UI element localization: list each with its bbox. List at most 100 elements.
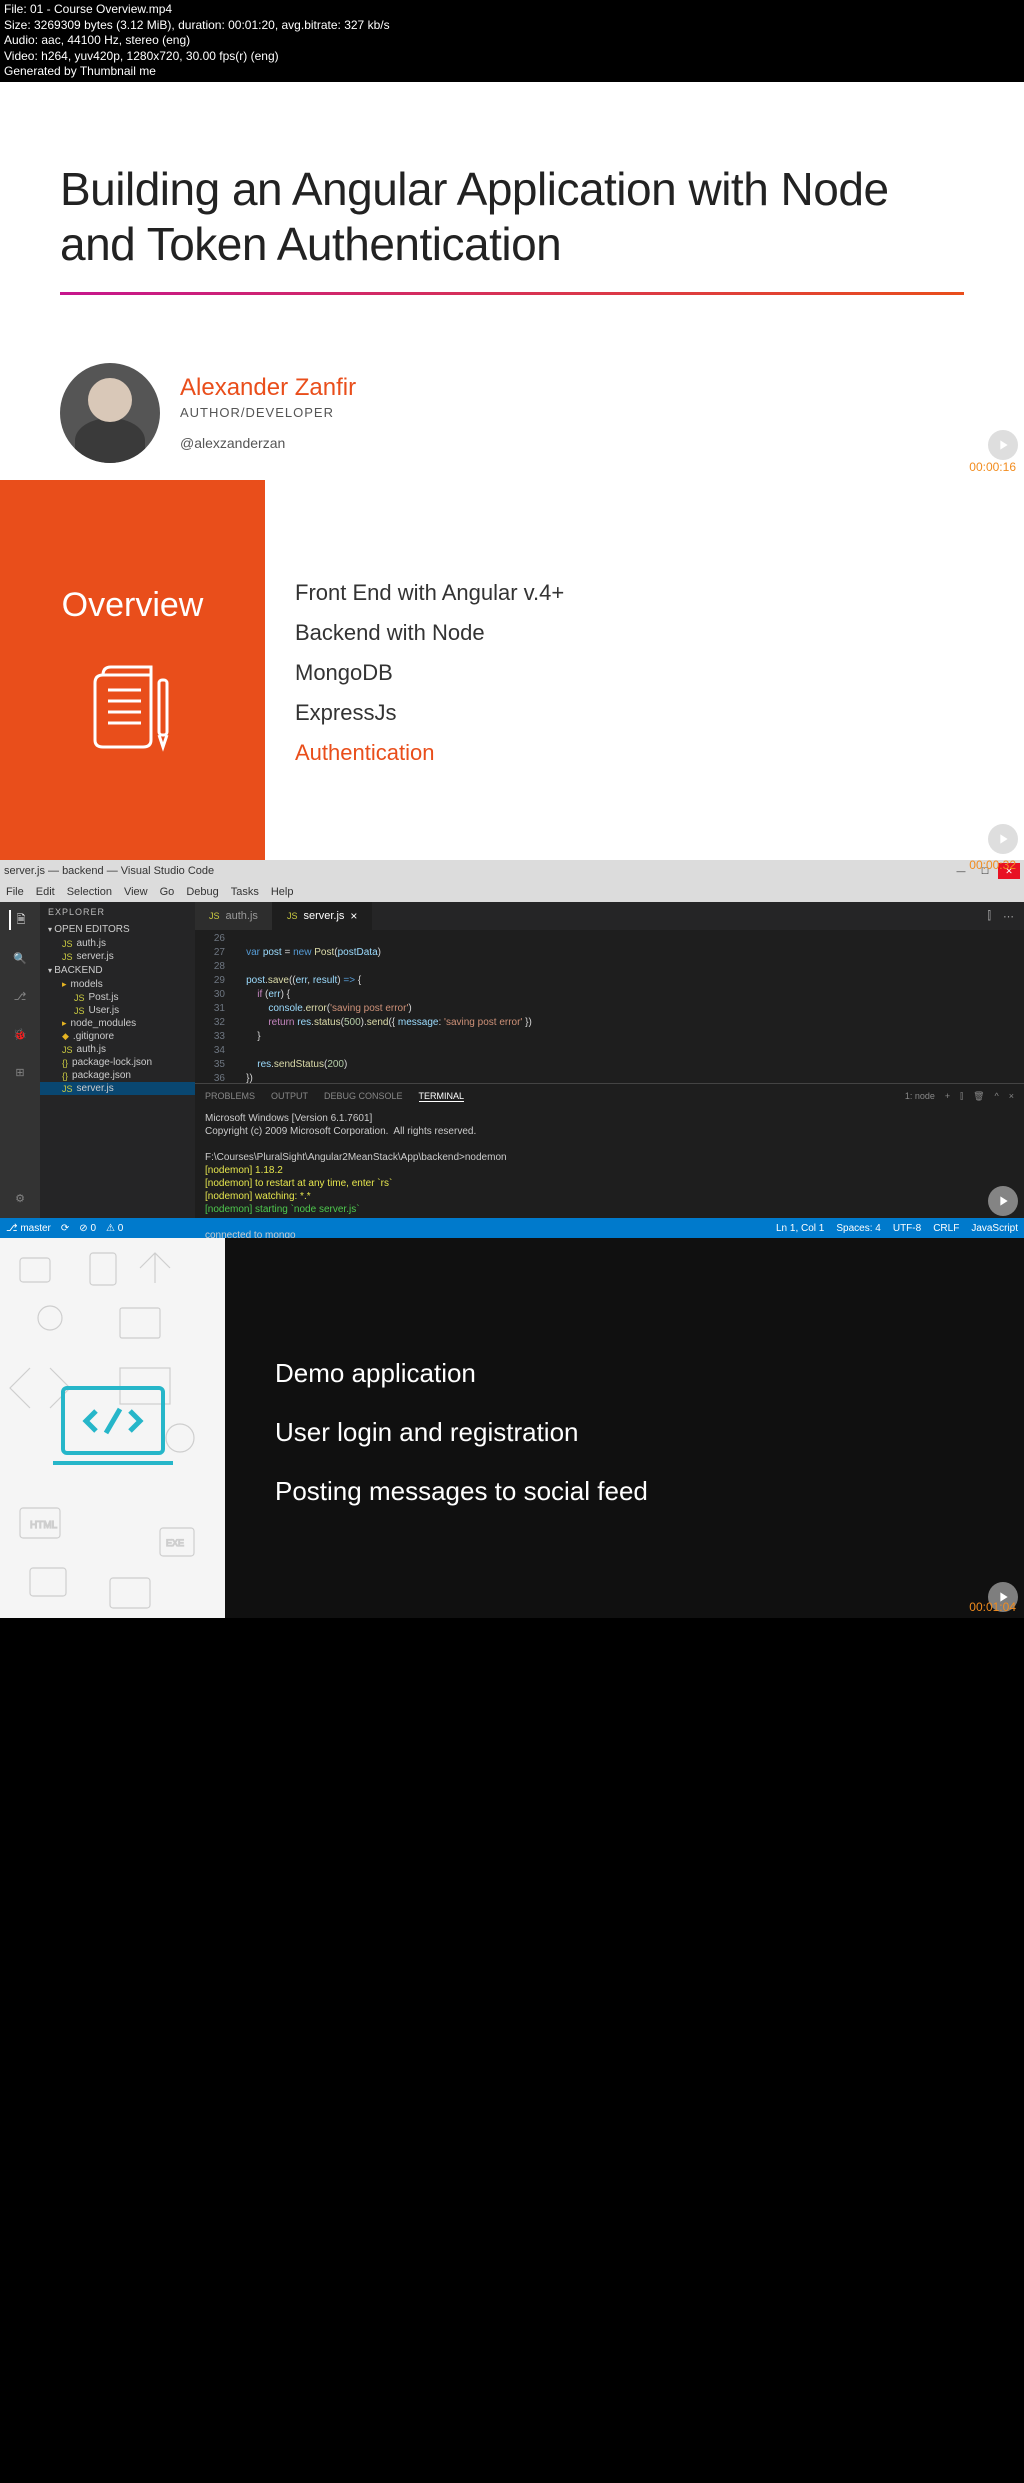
meta-file: File: 01 - Course Overview.mp4 xyxy=(4,2,1020,18)
meta-generated: Generated by Thumbnail me xyxy=(4,64,1020,80)
editor-tab[interactable]: JSauth.js xyxy=(195,902,273,930)
file-item[interactable]: JSserver.js xyxy=(40,950,195,963)
title-slide: Building an Angular Application with Nod… xyxy=(0,82,1024,295)
code-content[interactable]: var post = new Post(postData) post.save(… xyxy=(235,930,979,1083)
timestamp: 00:00:16 xyxy=(969,460,1016,474)
menu-view[interactable]: View xyxy=(124,886,148,898)
explorer-icon[interactable]: 🗎 xyxy=(9,910,29,930)
overview-item-highlight: Authentication xyxy=(295,740,994,766)
laptop-code-icon xyxy=(48,1383,178,1473)
terminal-panel: PROBLEMS OUTPUT DEBUG CONSOLE TERMINAL 1… xyxy=(195,1083,1024,1218)
language-mode[interactable]: JavaScript xyxy=(971,1223,1018,1234)
svg-text:HTML: HTML xyxy=(30,1520,58,1531)
extensions-icon[interactable]: ⊞ xyxy=(10,1062,30,1082)
file-item[interactable]: {}package.json xyxy=(40,1069,195,1082)
folder-item[interactable]: ▸models xyxy=(40,978,195,991)
svg-text:EXE: EXE xyxy=(166,1538,184,1548)
file-item[interactable]: ◆.gitignore xyxy=(40,1030,195,1043)
overview-title: Overview xyxy=(62,586,204,625)
menu-help[interactable]: Help xyxy=(271,886,294,898)
terminal-dropdown[interactable]: 1: node xyxy=(905,1091,935,1101)
author-role: AUTHOR/DEVELOPER xyxy=(180,405,356,420)
demo-item: User login and registration xyxy=(275,1417,974,1448)
play-icon[interactable] xyxy=(988,430,1018,460)
meta-video: Video: h264, yuv420p, 1280x720, 30.00 fp… xyxy=(4,49,1020,65)
overview-slide: Overview Front End with Angular v.4+ Bac… xyxy=(0,480,1024,860)
folder-item[interactable]: ▸node_modules xyxy=(40,1017,195,1030)
menu-tasks[interactable]: Tasks xyxy=(231,886,259,898)
problems-tab[interactable]: PROBLEMS xyxy=(205,1091,255,1101)
warnings-count[interactable]: ⚠ 0 xyxy=(106,1223,123,1234)
course-title: Building an Angular Application with Nod… xyxy=(60,162,964,272)
split-icon[interactable]: ⫿ xyxy=(987,910,991,923)
demo-slide: HTML EXE Demo application User login and… xyxy=(0,1238,1024,1618)
demo-item: Demo application xyxy=(275,1358,974,1389)
explorer-sidebar: EXPLORER OPEN EDITORS JSauth.js JSserver… xyxy=(40,902,195,1218)
demo-left-panel: HTML EXE xyxy=(0,1238,225,1618)
file-item[interactable]: JSUser.js xyxy=(40,1004,195,1017)
vscode-titlebar[interactable]: server.js — backend — Visual Studio Code… xyxy=(0,860,1024,882)
explorer-header: EXPLORER xyxy=(40,902,195,922)
overview-item: Backend with Node xyxy=(295,620,994,646)
encoding[interactable]: UTF-8 xyxy=(893,1223,921,1234)
open-editors-section[interactable]: OPEN EDITORS xyxy=(40,922,195,937)
window-title: server.js — backend — Visual Studio Code xyxy=(4,865,214,877)
trash-icon[interactable]: 🗑 xyxy=(973,1091,984,1102)
file-item[interactable]: JSauth.js xyxy=(40,937,195,950)
author-name: Alexander Zanfir xyxy=(180,374,356,402)
cursor-position[interactable]: Ln 1, Col 1 xyxy=(776,1223,824,1234)
video-metadata-header: File: 01 - Course Overview.mp4 Size: 326… xyxy=(0,0,1024,82)
menu-debug[interactable]: Debug xyxy=(186,886,218,898)
backend-section[interactable]: BACKEND xyxy=(40,963,195,978)
more-icon[interactable]: ⋯ xyxy=(1003,910,1014,923)
menu-file[interactable]: File xyxy=(6,886,24,898)
debug-console-tab[interactable]: DEBUG CONSOLE xyxy=(324,1091,403,1101)
split-terminal-icon[interactable]: ⫿ xyxy=(960,1091,963,1102)
gear-icon[interactable]: ⚙ xyxy=(10,1188,30,1208)
git-branch[interactable]: ⎇ master xyxy=(6,1223,51,1234)
activity-bar: 🗎 🔍 ⎇ 🐞 ⊞ ⚙ xyxy=(0,902,40,1218)
overview-left-panel: Overview xyxy=(0,480,265,860)
overview-item: ExpressJs xyxy=(295,700,994,726)
author-handle: @alexzanderzan xyxy=(180,435,356,451)
sync-icon[interactable]: ⟳ xyxy=(61,1223,69,1234)
file-item-selected[interactable]: JSserver.js xyxy=(40,1082,195,1095)
vscode-window: server.js — backend — Visual Studio Code… xyxy=(0,860,1024,1238)
indentation[interactable]: Spaces: 4 xyxy=(836,1223,880,1234)
bottom-empty-area xyxy=(0,1618,1024,2483)
add-terminal-icon[interactable]: + xyxy=(945,1091,950,1101)
notes-icon xyxy=(83,655,183,755)
errors-count[interactable]: ⊘ 0 xyxy=(79,1223,96,1234)
editor-tab-active[interactable]: JSserver.js× xyxy=(273,902,373,930)
timestamp: 00:01:04 xyxy=(969,1600,1016,1614)
file-item[interactable]: JSauth.js xyxy=(40,1043,195,1056)
meta-size: Size: 3269309 bytes (3.12 MiB), duration… xyxy=(4,18,1020,34)
close-panel-icon[interactable]: × xyxy=(1009,1091,1014,1101)
close-tab-icon[interactable]: × xyxy=(350,909,357,923)
timestamp: 00:00:32 xyxy=(969,858,1016,872)
eol[interactable]: CRLF xyxy=(933,1223,959,1234)
git-icon[interactable]: ⎇ xyxy=(10,986,30,1006)
menu-go[interactable]: Go xyxy=(160,886,175,898)
file-item[interactable]: {}package-lock.json xyxy=(40,1056,195,1069)
menu-selection[interactable]: Selection xyxy=(67,886,112,898)
maximize-panel-icon[interactable]: ^ xyxy=(995,1091,999,1101)
overview-item: MongoDB xyxy=(295,660,994,686)
line-gutter: 262728293031323334353637383940414243 xyxy=(195,930,235,1083)
editor-tabs: JSauth.js JSserver.js× ⫿ ⋯ xyxy=(195,902,1024,930)
demo-list: Demo application User login and registra… xyxy=(225,1238,1024,1618)
author-avatar xyxy=(60,363,160,463)
meta-audio: Audio: aac, 44100 Hz, stereo (eng) xyxy=(4,33,1020,49)
search-icon[interactable]: 🔍 xyxy=(10,948,30,968)
vscode-menubar: File Edit Selection View Go Debug Tasks … xyxy=(0,882,1024,902)
minimap[interactable] xyxy=(979,930,1024,1083)
author-slide: Alexander Zanfir AUTHOR/DEVELOPER @alexz… xyxy=(0,295,1024,480)
menu-edit[interactable]: Edit xyxy=(36,886,55,898)
debug-icon[interactable]: 🐞 xyxy=(10,1024,30,1044)
code-editor[interactable]: 262728293031323334353637383940414243 var… xyxy=(195,930,1024,1083)
output-tab[interactable]: OUTPUT xyxy=(271,1091,308,1101)
demo-item: Posting messages to social feed xyxy=(275,1476,974,1507)
file-item[interactable]: JSPost.js xyxy=(40,991,195,1004)
terminal-tab[interactable]: TERMINAL xyxy=(419,1091,465,1102)
author-info: Alexander Zanfir AUTHOR/DEVELOPER @alexz… xyxy=(180,374,356,451)
